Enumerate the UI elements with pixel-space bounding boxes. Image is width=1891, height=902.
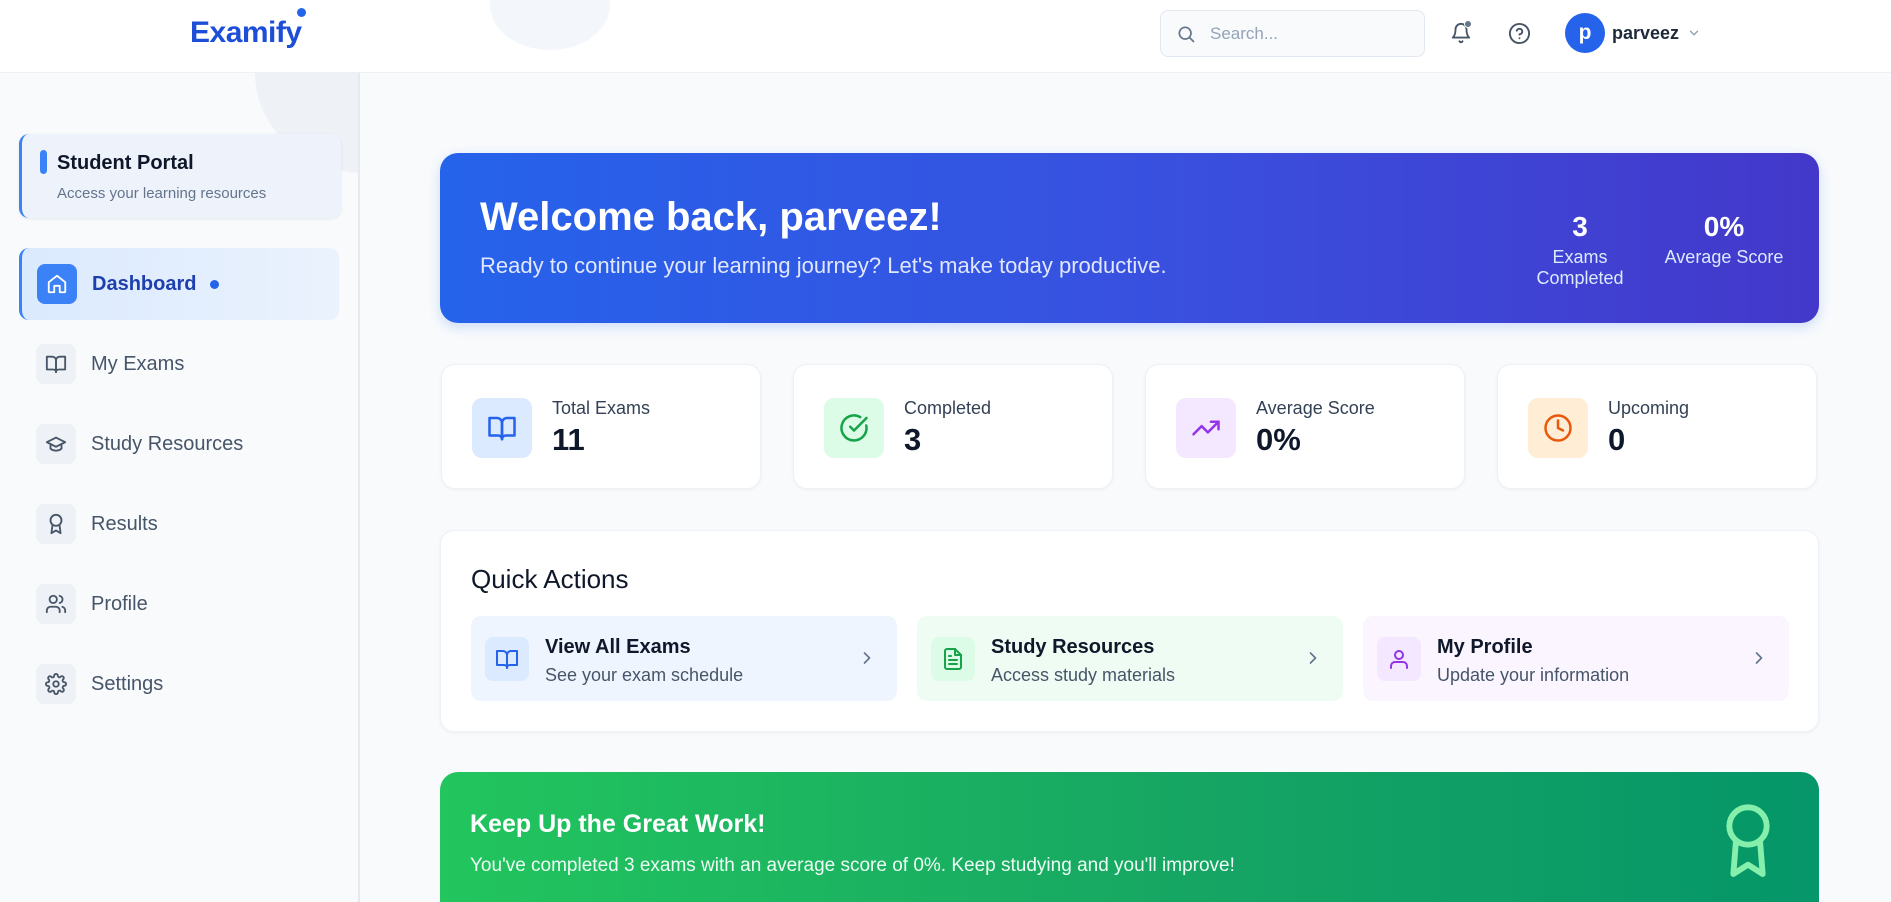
welcome-banner: Welcome back, parveez! Ready to continue… bbox=[440, 153, 1819, 323]
quick-action-subtitle: Update your information bbox=[1437, 665, 1630, 685]
logo[interactable]: Examify bbox=[190, 16, 302, 50]
active-indicator-dot bbox=[210, 279, 220, 289]
search-box[interactable] bbox=[1160, 10, 1425, 57]
stat-card-upcoming: Upcoming 0 bbox=[1497, 364, 1817, 489]
home-icon bbox=[37, 264, 77, 304]
motivation-banner: Keep Up the Great Work! You've completed… bbox=[440, 772, 1819, 902]
stat-card-total-exams: Total Exams 11 bbox=[441, 364, 761, 489]
help-button[interactable] bbox=[1504, 18, 1534, 48]
notification-badge bbox=[1464, 20, 1472, 28]
quick-action-view-all-exams[interactable]: View All Exams See your exam schedule bbox=[471, 616, 897, 701]
stat-value: 3 bbox=[904, 422, 922, 457]
sidebar: Student Portal Access your learning reso… bbox=[0, 73, 360, 902]
file-text-icon bbox=[931, 637, 975, 681]
header-decoration bbox=[490, 0, 610, 50]
sidebar-item-label: My Exams bbox=[91, 352, 185, 375]
chevron-right-icon bbox=[1309, 652, 1317, 664]
quick-action-title: Study Resources bbox=[991, 636, 1155, 658]
quick-action-subtitle: Access study materials bbox=[991, 665, 1176, 685]
help-icon bbox=[1508, 22, 1530, 44]
check-circle-icon bbox=[824, 398, 884, 458]
award-icon bbox=[1726, 804, 1770, 877]
sidebar-item-label: Dashboard bbox=[92, 272, 197, 295]
sidebar-item-study-resources[interactable]: Study Resources bbox=[19, 408, 339, 480]
trending-up-icon bbox=[1176, 398, 1236, 458]
quick-actions-title: Quick Actions bbox=[471, 564, 629, 594]
welcome-stat-value: 3 bbox=[1572, 211, 1588, 242]
notifications-button[interactable] bbox=[1446, 18, 1476, 48]
welcome-stat-label: Average Score bbox=[1664, 247, 1784, 267]
chevron-right-icon bbox=[1755, 652, 1763, 664]
sidebar-item-dashboard[interactable]: Dashboard bbox=[19, 248, 339, 320]
portal-accent-bar bbox=[40, 150, 47, 174]
quick-actions-panel: Quick Actions View All Exams See your ex… bbox=[440, 530, 1819, 732]
sidebar-item-label: Settings bbox=[91, 672, 164, 695]
avatar: p bbox=[1565, 13, 1605, 53]
welcome-stat-exams-completed: 3 Exams Completed bbox=[1510, 211, 1650, 289]
motivation-text: You've completed 3 exams with an average… bbox=[470, 855, 1235, 876]
sidebar-item-label: Profile bbox=[91, 592, 148, 615]
book-open-icon bbox=[472, 398, 532, 458]
logo-dot bbox=[297, 8, 306, 17]
clock-icon bbox=[1528, 398, 1588, 458]
sidebar-item-my-exams[interactable]: My Exams bbox=[19, 328, 339, 400]
stat-value: 0% bbox=[1256, 422, 1301, 457]
welcome-stat-average-score: 0% Average Score bbox=[1664, 211, 1784, 268]
stat-value: 0 bbox=[1608, 422, 1626, 457]
book-open-icon bbox=[485, 637, 529, 681]
book-open-icon bbox=[36, 344, 76, 384]
welcome-stat-label: Exams Completed bbox=[1536, 247, 1624, 288]
portal-subtitle: Access your learning resources bbox=[57, 185, 267, 202]
motivation-title: Keep Up the Great Work! bbox=[470, 810, 766, 838]
search-input[interactable] bbox=[1210, 23, 1410, 44]
user-menu[interactable]: p parveez bbox=[1565, 13, 1701, 53]
portal-card: Student Portal Access your learning reso… bbox=[19, 134, 341, 218]
sidebar-item-results[interactable]: Results bbox=[19, 488, 339, 560]
stat-value: 11 bbox=[552, 422, 585, 457]
chevron-right-icon bbox=[863, 652, 871, 664]
quick-action-subtitle: See your exam schedule bbox=[545, 665, 744, 685]
welcome-stat-value: 0% bbox=[1703, 211, 1745, 242]
sidebar-item-label: Results bbox=[91, 512, 158, 535]
welcome-title: Welcome back, parveez! bbox=[480, 195, 942, 239]
gear-icon bbox=[36, 664, 76, 704]
sidebar-item-settings[interactable]: Settings bbox=[19, 648, 339, 720]
stat-card-average-score: Average Score 0% bbox=[1145, 364, 1465, 489]
stat-label: Completed bbox=[904, 398, 992, 418]
stat-label: Average Score bbox=[1256, 398, 1375, 418]
sidebar-item-profile[interactable]: Profile bbox=[19, 568, 339, 640]
user-name: parveez bbox=[1612, 22, 1680, 43]
top-header: Examify p parveez bbox=[0, 0, 1891, 73]
users-icon bbox=[36, 584, 76, 624]
sidebar-item-label: Study Resources bbox=[91, 432, 244, 455]
quick-action-title: View All Exams bbox=[545, 636, 691, 658]
portal-title: Student Portal bbox=[57, 152, 194, 174]
award-icon bbox=[36, 504, 76, 544]
quick-action-my-profile[interactable]: My Profile Update your information bbox=[1363, 616, 1789, 701]
graduation-cap-icon bbox=[36, 424, 76, 464]
quick-action-study-resources[interactable]: Study Resources Access study materials bbox=[917, 616, 1343, 701]
chevron-down-icon bbox=[1689, 30, 1699, 36]
stat-label: Upcoming bbox=[1608, 398, 1690, 418]
welcome-subtitle: Ready to continue your learning journey?… bbox=[480, 253, 1167, 278]
stat-label: Total Exams bbox=[552, 398, 651, 418]
stat-card-completed: Completed 3 bbox=[793, 364, 1113, 489]
search-icon bbox=[1178, 26, 1195, 42]
user-icon bbox=[1377, 637, 1421, 681]
quick-action-title: My Profile bbox=[1437, 636, 1533, 658]
